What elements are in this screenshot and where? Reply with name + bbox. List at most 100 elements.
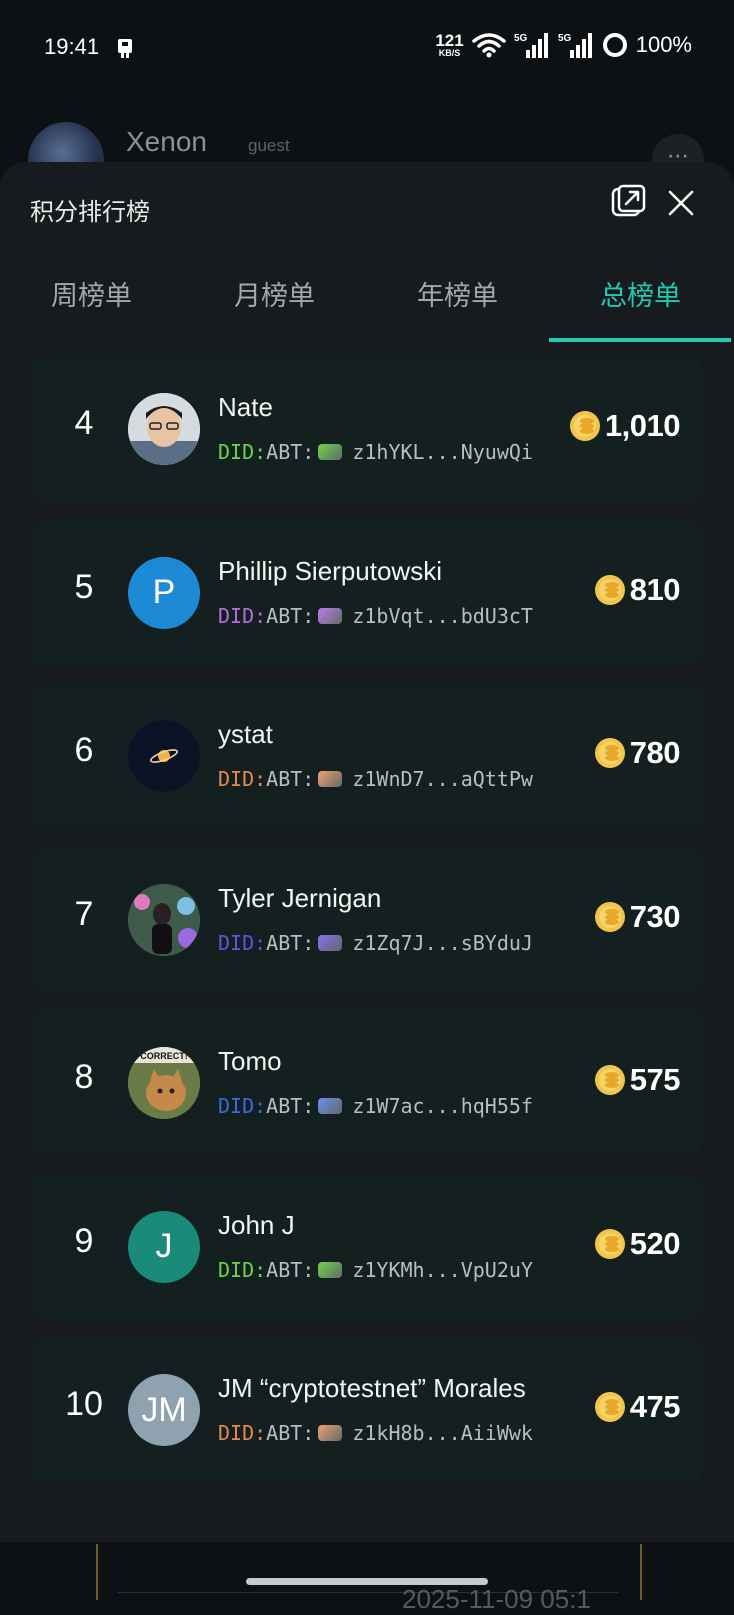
- did-address: z1Zq7J...sBYduJ: [352, 930, 533, 955]
- network-speed: 121 KB/S: [435, 32, 463, 58]
- did-wallet-icon: [318, 1098, 343, 1114]
- user-avatar[interactable]: [128, 720, 200, 792]
- coin-icon: [594, 901, 625, 932]
- network-speed-unit: KB/S: [438, 48, 461, 58]
- points-score: 575: [594, 1062, 681, 1098]
- did-prefix: DID:: [218, 930, 267, 955]
- wifi-icon: [471, 33, 506, 58]
- coin-icon: [594, 738, 625, 768]
- points-value: 810: [629, 571, 681, 607]
- tab-all-time[interactable]: 总榜单: [549, 274, 732, 313]
- user-did[interactable]: DID: ABT: z1bVqt...bdU3cT: [218, 604, 533, 628]
- points-value: 730: [629, 898, 681, 934]
- user-avatar[interactable]: CORRECT!: [128, 1047, 200, 1119]
- did-method: ABT:: [266, 1257, 315, 1282]
- user-avatar[interactable]: P: [128, 556, 200, 629]
- user-photo-icon: [128, 883, 200, 956]
- leaderboard-row[interactable]: 5 P Phillip Sierputowski DID: ABT: z1bVq…: [32, 519, 702, 666]
- svg-text:5G: 5G: [514, 33, 528, 44]
- avatar-initials: JM: [141, 1390, 187, 1429]
- open-external-icon[interactable]: [610, 184, 646, 220]
- user-name[interactable]: Phillip Sierputowski: [218, 556, 442, 587]
- user-did[interactable]: DID: ABT: z1YKMh...VpU2uY: [218, 1258, 533, 1282]
- user-did[interactable]: DID: ABT: z1Zq7J...sBYduJ: [218, 931, 533, 955]
- points-value: 575: [629, 1062, 681, 1097]
- sheet-title: 积分排行榜: [30, 199, 150, 226]
- coin-icon: [594, 574, 625, 605]
- home-indicator[interactable]: [246, 1578, 488, 1585]
- rank-number: 4: [74, 404, 94, 442]
- leaderboard-row[interactable]: 8 CORRECT! Tomo DID: ABT: z1W7ac...hqH55…: [32, 1010, 702, 1156]
- did-address: z1kH8b...AiiWwk: [352, 1421, 533, 1445]
- points-score: 730: [594, 898, 681, 935]
- tab-monthly[interactable]: 月榜单: [183, 274, 366, 313]
- user-did[interactable]: DID: ABT: z1WnD7...aQttPw: [218, 767, 533, 791]
- did-wallet-icon: [318, 1425, 343, 1441]
- did-method: ABT:: [266, 930, 315, 955]
- rank-number: 5: [74, 567, 94, 606]
- user-photo-icon: [128, 393, 200, 465]
- did-prefix: DID:: [218, 767, 267, 791]
- leaderboard-row[interactable]: 6 ystat DID: ABT: z1WnD7...aQttPw 780: [32, 683, 702, 829]
- tab-weekly[interactable]: 周榜单: [0, 274, 183, 313]
- rank-number: 8: [74, 1058, 94, 1096]
- did-prefix: DID:: [218, 1421, 267, 1445]
- leaderboard-row[interactable]: 4 Nate DID: ABT: z1hYKL...NyuwQi 1,010: [32, 356, 702, 502]
- user-did[interactable]: DID: ABT: z1hYKL...NyuwQi: [218, 440, 533, 464]
- points-score: 520: [594, 1225, 681, 1262]
- points-value: 475: [629, 1389, 681, 1424]
- did-address: z1hYKL...NyuwQi: [352, 440, 533, 464]
- points-value: 780: [629, 735, 681, 770]
- did-prefix: DID:: [218, 440, 267, 464]
- leaderboard-row[interactable]: 10 JM JM “cryptotestnet” Morales DID: AB…: [32, 1337, 702, 1483]
- period-tabs: 周榜单 月榜单 年榜单 总榜单: [0, 252, 734, 344]
- coin-icon: [594, 1392, 625, 1422]
- did-method: ABT:: [266, 440, 315, 464]
- profile-role: guest: [248, 136, 290, 155]
- did-method: ABT:: [266, 1421, 315, 1445]
- leaderboard-row[interactable]: 7 Tyler Jernigan DID: ABT: z1Zq7J...sBYd…: [32, 846, 702, 993]
- user-avatar[interactable]: [128, 393, 200, 465]
- did-method: ABT:: [266, 767, 315, 791]
- did-address: z1YKMh...VpU2uY: [352, 1257, 533, 1282]
- points-score: 780: [594, 735, 681, 771]
- user-name[interactable]: ystat: [218, 719, 273, 750]
- points-value: 1,010: [604, 408, 681, 443]
- close-icon[interactable]: [664, 186, 698, 220]
- coin-icon: [594, 1228, 625, 1259]
- signal-5g-icon-1: 5G: [514, 33, 548, 58]
- rank-number: 7: [74, 894, 94, 933]
- user-did[interactable]: DID: ABT: z1kH8b...AiiWwk: [218, 1421, 533, 1445]
- leaderboard-row[interactable]: 9 J John J DID: ABT: z1YKMh...VpU2uY 520: [32, 1173, 702, 1320]
- user-name[interactable]: John J: [218, 1210, 295, 1241]
- did-address: z1WnD7...aQttPw: [352, 767, 533, 791]
- cat-photo-icon: CORRECT!: [128, 1047, 200, 1119]
- phone-app-icon: [118, 39, 132, 58]
- rank-number: 6: [74, 731, 94, 769]
- points-value: 520: [629, 1225, 681, 1261]
- user-name[interactable]: Nate: [218, 392, 273, 423]
- user-avatar[interactable]: JM: [128, 1374, 200, 1446]
- points-score: 1,010: [569, 408, 681, 444]
- did-method: ABT:: [266, 603, 315, 628]
- did-wallet-icon: [318, 607, 343, 624]
- user-avatar[interactable]: [128, 883, 200, 956]
- status-indicators: 121 KB/S 5G 5G 100%: [435, 31, 692, 59]
- svg-text:5G: 5G: [558, 33, 572, 44]
- user-name[interactable]: Tomo: [218, 1046, 282, 1077]
- user-avatar[interactable]: J: [128, 1210, 200, 1283]
- did-address: z1W7ac...hqH55f: [352, 1094, 533, 1118]
- did-prefix: DID:: [218, 1094, 267, 1118]
- user-did[interactable]: DID: ABT: z1W7ac...hqH55f: [218, 1094, 533, 1118]
- avatar-initials: P: [152, 573, 176, 611]
- user-name[interactable]: Tyler Jernigan: [218, 883, 381, 914]
- did-wallet-icon: [318, 934, 343, 951]
- user-name[interactable]: JM “cryptotestnet” Morales: [218, 1373, 526, 1404]
- points-score: 810: [594, 571, 681, 608]
- tab-yearly[interactable]: 年榜单: [366, 274, 549, 313]
- rank-number: 9: [74, 1221, 94, 1260]
- did-method: ABT:: [266, 1094, 315, 1118]
- svg-text:CORRECT!: CORRECT!: [140, 1051, 188, 1061]
- did-prefix: DID:: [218, 603, 267, 628]
- avatar-initials: J: [155, 1227, 173, 1265]
